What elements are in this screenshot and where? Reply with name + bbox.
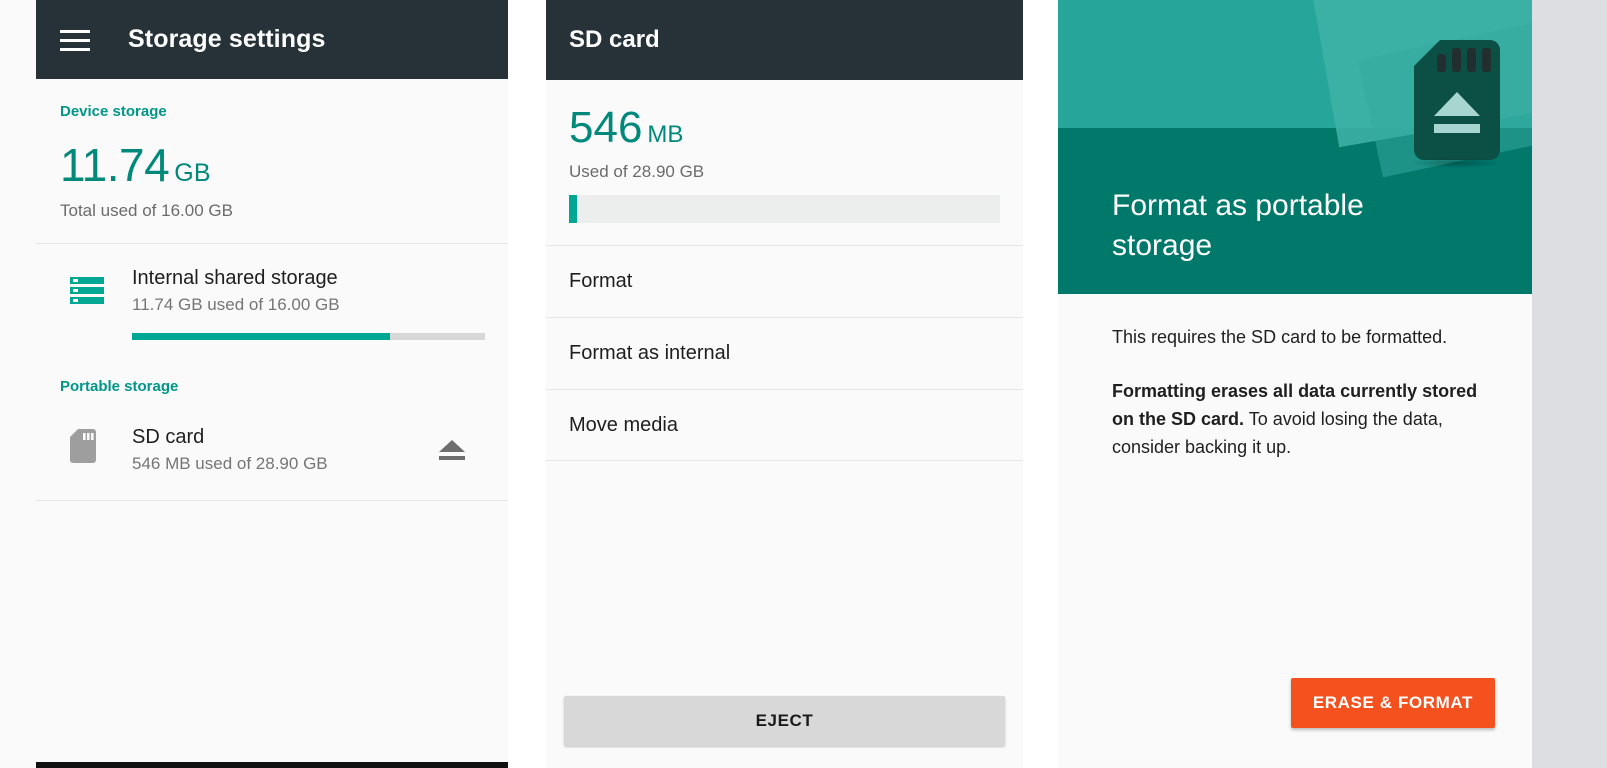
device-total-value: 11.74 (60, 139, 170, 191)
sd-card-icon (60, 425, 132, 474)
menu-item-label: Format as internal (569, 342, 731, 364)
hamburger-menu-icon[interactable] (60, 29, 90, 51)
sd-used-unit: MB (647, 121, 684, 148)
menu-item-label: Move media (569, 413, 678, 436)
list-item-internal-shared-storage[interactable]: Internal shared storage 11.74 GB used of… (36, 244, 508, 358)
format-hero-banner: Format as portable storage (1058, 0, 1532, 294)
menu-item-label: Format (569, 270, 633, 292)
panel-sd-card: SD card 546 MB Used of 28.90 GB Format Fo… (546, 0, 1023, 768)
sd-used-caption: Used of 28.90 GB (569, 162, 705, 181)
menu-item-move-media[interactable]: Move media (546, 389, 1023, 461)
erase-and-format-button[interactable]: ERASE & FORMAT (1290, 678, 1495, 728)
sd-card-progress-bar (569, 195, 1000, 223)
sd-card-illustration-shadow (1410, 158, 1502, 168)
dialog-paragraph-two: Formatting erases all data currently sto… (1112, 378, 1484, 462)
sd-card-appbar: SD card (546, 0, 1023, 80)
storage-settings-appbar: Storage settings (36, 0, 508, 79)
list-item-sd-card[interactable]: SD card 546 MB used of 28.90 GB (36, 395, 508, 500)
bottom-system-bar (36, 762, 508, 768)
menu-item-format[interactable]: Format (546, 245, 1023, 317)
list-item-title: Internal shared storage (132, 267, 338, 289)
sd-card-action-list: Format Format as internal Move media (546, 245, 1023, 461)
panel-format-as-portable-storage: Format as portable storage This requires… (1058, 0, 1532, 768)
device-total-usage: 11.74 GB (36, 120, 508, 188)
sd-card-eject-illustration (1414, 40, 1500, 160)
page-title: SD card (569, 26, 660, 53)
eject-button-container: EJECT (546, 696, 1023, 768)
divider-portable (36, 500, 508, 501)
left-gutter (0, 0, 36, 768)
list-item-subtitle: 546 MB used of 28.90 GB (132, 454, 328, 473)
list-item-subtitle: 11.74 GB used of 16.00 GB (132, 295, 340, 314)
erase-button-container: ERASE & FORMAT (1290, 678, 1495, 728)
section-label-device-storage: Device storage (60, 103, 167, 120)
sd-card-usage-summary: 546 MB Used of 28.90 GB (546, 80, 1023, 223)
dialog-title: Format as portable storage (1112, 189, 1364, 263)
format-dialog-body: This requires the SD card to be formatte… (1058, 294, 1532, 462)
device-total-unit: GB (174, 159, 211, 187)
dialog-paragraph-one: This requires the SD card to be formatte… (1112, 327, 1448, 347)
screenshot-stage: Storage settings Device storage 11.74 GB … (0, 0, 1607, 768)
internal-storage-icon (60, 266, 132, 340)
eject-button[interactable]: EJECT (564, 696, 1005, 746)
eject-icon[interactable] (420, 425, 484, 474)
list-item-title: SD card (132, 426, 205, 448)
section-label-portable-storage: Portable storage (60, 378, 179, 395)
menu-item-format-as-internal[interactable]: Format as internal (546, 317, 1023, 389)
page-title: Storage settings (128, 25, 326, 53)
sd-used-value: 546 (569, 103, 643, 152)
device-total-caption: Total used of 16.00 GB (60, 201, 233, 220)
right-gutter (1532, 0, 1607, 768)
internal-storage-progress-bar (132, 333, 485, 340)
panel-storage-settings: Storage settings Device storage 11.74 GB … (36, 0, 508, 768)
